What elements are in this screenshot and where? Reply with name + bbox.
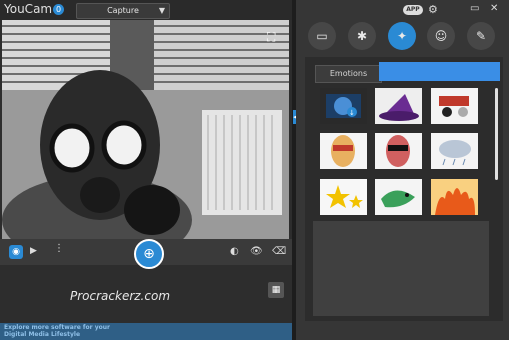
capture-mode-select[interactable]: Capture ▼ (76, 3, 170, 19)
tab-avatar-icon[interactable]: ☺ (427, 22, 455, 50)
tab-magic-icon[interactable]: ✦ (388, 22, 416, 50)
mask-face-thumb[interactable] (320, 133, 367, 169)
fullscreen-icon[interactable]: ⛶ (267, 30, 275, 45)
capture-button[interactable]: ⊕ (134, 239, 164, 269)
more-options-icon[interactable]: ⋮ (54, 243, 64, 254)
minimize-button[interactable]: ▭ (470, 3, 479, 14)
category-highlight (379, 62, 500, 81)
tab-draw-icon[interactable]: ✎ (467, 22, 495, 50)
settings-icon[interactable]: ⚙ (428, 3, 438, 16)
eraser-icon[interactable]: ⌫ (272, 246, 286, 257)
camera-mode-icon[interactable]: ◉ (9, 245, 23, 259)
close-button[interactable]: ✕ (490, 3, 498, 14)
download-more-thumb[interactable]: ↓ (320, 88, 367, 124)
svg-text:↓: ↓ (349, 109, 355, 117)
camera-feed-image (2, 20, 289, 239)
tab-frame-icon[interactable]: ▭ (308, 22, 336, 50)
cloud-thumb[interactable] (431, 133, 478, 169)
app-title: YouCam (4, 2, 53, 16)
tab-effects-icon[interactable]: ✱ (348, 22, 376, 50)
app-store-button[interactable]: APP (403, 5, 423, 15)
pirate-thumb[interactable] (431, 88, 478, 124)
chevron-down-icon: ▼ (158, 6, 165, 15)
category-emotions[interactable]: Emotions (315, 65, 382, 83)
notification-badge[interactable]: 0 (53, 4, 64, 15)
watermark-text: Procrackerz.com (70, 289, 171, 303)
grid-icon[interactable]: ▦ (268, 282, 284, 298)
capture-mode-value: Capture (107, 6, 139, 15)
witch-hat-thumb[interactable] (375, 88, 422, 124)
dragon-thumb[interactable] (375, 179, 422, 215)
devil-face-thumb[interactable] (375, 133, 422, 169)
video-mode-icon[interactable]: ▶ (30, 246, 37, 256)
footer-link[interactable]: Explore more software for your Digital M… (4, 324, 124, 338)
brightness-icon[interactable]: ◐ (230, 246, 239, 257)
fire-thumb[interactable] (431, 179, 478, 215)
eye-icon[interactable]: 👁 (250, 246, 263, 257)
scrollbar[interactable] (495, 88, 498, 180)
effect-tabs: ▭ ✱ ✦ ☺ ✎ (305, 22, 505, 52)
stars-thumb[interactable] (320, 179, 367, 215)
effects-empty-area (313, 221, 489, 316)
camera-preview (2, 20, 289, 239)
